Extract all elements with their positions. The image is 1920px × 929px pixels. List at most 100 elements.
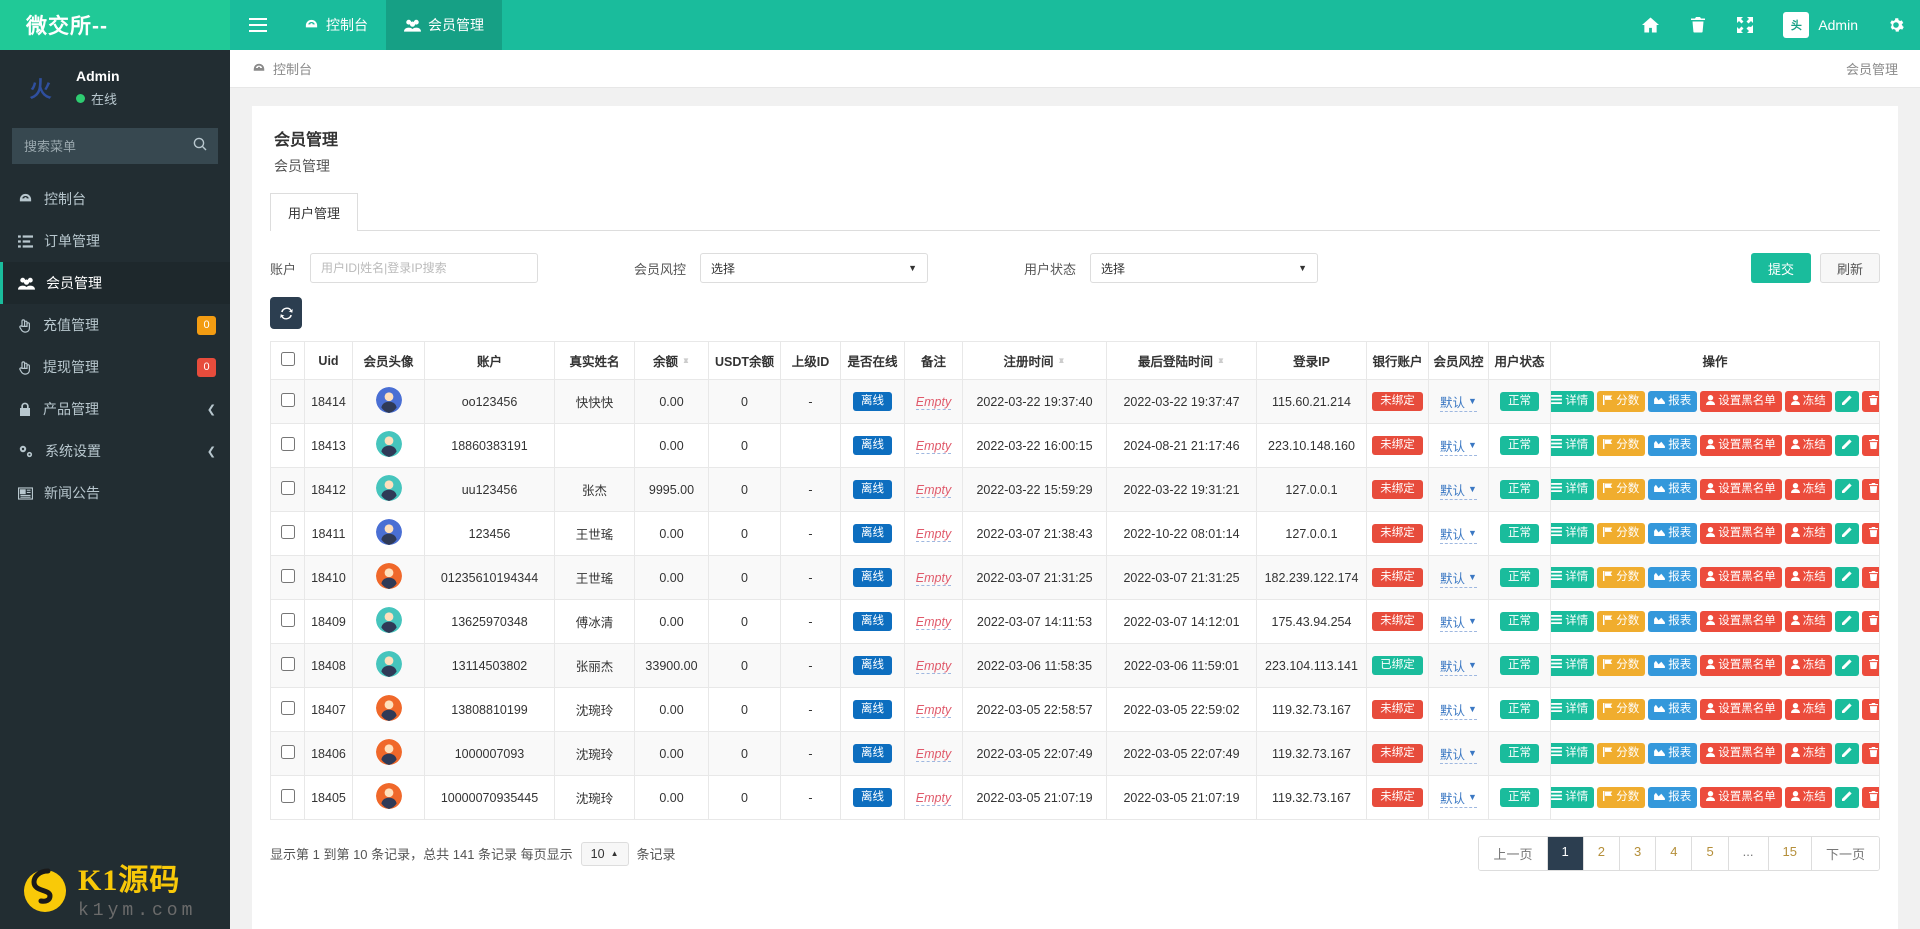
risk-dropdown[interactable]: 默认▼ [1440,788,1477,808]
remark-link[interactable]: Empty [916,571,951,586]
op-button-trash[interactable] [1862,435,1880,457]
op-button-pencil[interactable] [1835,655,1859,677]
remark-link[interactable]: Empty [916,747,951,762]
op-button-trash[interactable] [1862,391,1880,413]
op-button-报表[interactable]: 报表 [1648,787,1697,808]
op-button-分数[interactable]: 分数 [1597,699,1645,721]
pagination-下一页[interactable]: 下一页 [1812,837,1879,870]
table-header-regtime[interactable]: 注册时间▲▼ [963,342,1107,380]
op-button-报表[interactable]: 报表 [1648,523,1697,544]
op-button-详情[interactable]: 详情 [1551,479,1595,500]
op-button-报表[interactable]: 报表 [1648,479,1697,500]
op-button-分数[interactable]: 分数 [1597,787,1645,809]
search-icon[interactable] [193,137,207,151]
row-checkbox[interactable] [281,789,295,803]
op-button-设置黑名单[interactable]: 设置黑名单 [1700,787,1782,809]
status-select[interactable]: 选择 ▼ [1090,253,1318,283]
op-button-pencil[interactable] [1835,479,1859,501]
op-button-详情[interactable]: 详情 [1551,567,1595,588]
sidebar-item-withdraw[interactable]: 提现管理 0 [0,346,230,388]
pagination-15[interactable]: 15 [1769,837,1812,870]
row-checkbox[interactable] [281,437,295,451]
remark-link[interactable]: Empty [916,483,951,498]
remark-link[interactable]: Empty [916,615,951,630]
op-button-详情[interactable]: 详情 [1551,435,1595,456]
pagination-上一页[interactable]: 上一页 [1479,837,1547,870]
op-button-详情[interactable]: 详情 [1551,743,1595,764]
op-button-设置黑名单[interactable]: 设置黑名单 [1700,611,1782,633]
op-button-详情[interactable]: 详情 [1551,391,1595,412]
risk-dropdown[interactable]: 默认▼ [1440,568,1477,588]
sidebar-item-orders[interactable]: 订单管理 [0,220,230,262]
row-checkbox[interactable] [281,569,295,583]
op-button-报表[interactable]: 报表 [1648,567,1697,588]
topnav-item-dashboard[interactable]: 控制台 [286,0,386,50]
remark-link[interactable]: Empty [916,659,951,674]
fullscreen-icon[interactable] [1721,0,1769,50]
breadcrumb-label[interactable]: 控制台 [273,59,312,78]
op-button-设置黑名单[interactable]: 设置黑名单 [1700,655,1782,677]
sidebar-item-dashboard[interactable]: 控制台 [0,178,230,220]
risk-dropdown[interactable]: 默认▼ [1440,524,1477,544]
op-button-trash[interactable] [1862,523,1880,545]
op-button-冻结[interactable]: 冻结 [1785,655,1832,677]
hamburger-icon[interactable] [230,0,286,50]
risk-dropdown[interactable]: 默认▼ [1440,656,1477,676]
risk-dropdown[interactable]: 默认▼ [1440,612,1477,632]
sidebar-item-system[interactable]: 系统设置 ❮ [0,430,230,472]
op-button-设置黑名单[interactable]: 设置黑名单 [1700,699,1782,721]
gear-icon[interactable] [1872,0,1920,50]
search-input[interactable] [12,128,218,164]
op-button-分数[interactable]: 分数 [1597,567,1645,589]
op-button-trash[interactable] [1862,655,1880,677]
op-button-trash[interactable] [1862,787,1880,809]
sidebar-item-news[interactable]: 新闻公告 [0,472,230,514]
row-checkbox[interactable] [281,701,295,715]
op-button-报表[interactable]: 报表 [1648,699,1697,720]
op-button-冻结[interactable]: 冻结 [1785,523,1832,545]
op-button-pencil[interactable] [1835,567,1859,589]
op-button-冻结[interactable]: 冻结 [1785,611,1832,633]
op-button-trash[interactable] [1862,479,1880,501]
op-button-详情[interactable]: 详情 [1551,523,1595,544]
op-button-设置黑名单[interactable]: 设置黑名单 [1700,523,1782,545]
remark-link[interactable]: Empty [916,703,951,718]
row-checkbox[interactable] [281,657,295,671]
pagination-4[interactable]: 4 [1656,837,1692,870]
row-checkbox[interactable] [281,613,295,627]
op-button-设置黑名单[interactable]: 设置黑名单 [1700,743,1782,765]
op-button-pencil[interactable] [1835,391,1859,413]
select-all-checkbox[interactable] [281,352,295,366]
row-checkbox[interactable] [281,745,295,759]
op-button-报表[interactable]: 报表 [1648,743,1697,764]
sidebar-item-products[interactable]: 产品管理 ❮ [0,388,230,430]
row-checkbox[interactable] [281,393,295,407]
risk-dropdown[interactable]: 默认▼ [1440,744,1477,764]
op-button-pencil[interactable] [1835,699,1859,721]
op-button-pencil[interactable] [1835,787,1859,809]
row-checkbox[interactable] [281,525,295,539]
user-menu[interactable]: 头 Admin [1769,0,1872,50]
op-button-trash[interactable] [1862,743,1880,765]
op-button-冻结[interactable]: 冻结 [1785,435,1832,457]
op-button-设置黑名单[interactable]: 设置黑名单 [1700,479,1782,501]
op-button-pencil[interactable] [1835,611,1859,633]
op-button-trash[interactable] [1862,699,1880,721]
op-button-trash[interactable] [1862,567,1880,589]
row-checkbox[interactable] [281,481,295,495]
trash-icon[interactable] [1675,0,1721,50]
op-button-分数[interactable]: 分数 [1597,743,1645,765]
risk-dropdown[interactable]: 默认▼ [1440,392,1477,412]
table-header-balance[interactable]: 余额▲▼ [635,342,709,380]
op-button-pencil[interactable] [1835,435,1859,457]
pagination-2[interactable]: 2 [1584,837,1620,870]
op-button-报表[interactable]: 报表 [1648,391,1697,412]
risk-dropdown[interactable]: 默认▼ [1440,700,1477,720]
op-button-分数[interactable]: 分数 [1597,479,1645,501]
pagination-...[interactable]: ... [1729,837,1769,870]
risk-select[interactable]: 选择 ▼ [700,253,928,283]
op-button-冻结[interactable]: 冻结 [1785,743,1832,765]
sidebar-item-recharge[interactable]: 充值管理 0 [0,304,230,346]
op-button-冻结[interactable]: 冻结 [1785,699,1832,721]
op-button-分数[interactable]: 分数 [1597,523,1645,545]
